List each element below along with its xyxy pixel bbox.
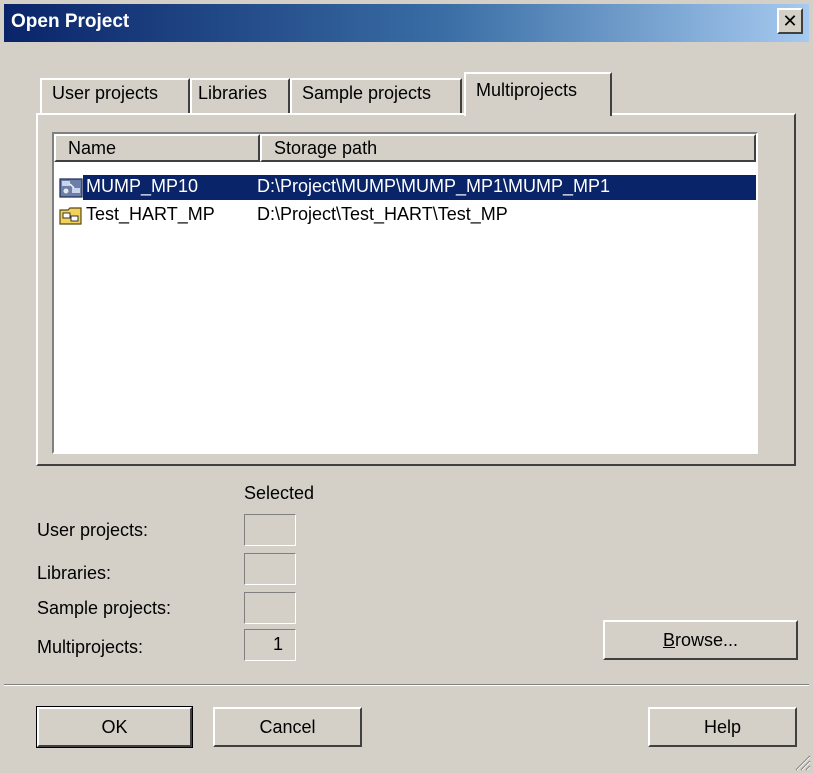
column-header-name[interactable]: Name xyxy=(54,134,260,162)
tab-multiprojects[interactable]: Multiprojects xyxy=(464,72,612,116)
project-path: D:\Project\MUMP\MUMP_MP1\MUMP_MP1 xyxy=(257,176,611,196)
multiproject-icon xyxy=(59,178,83,198)
resize-grip-icon[interactable] xyxy=(793,753,811,771)
tab-panel: Name Storage path MUMP_MP10 D:\Project\M… xyxy=(36,113,796,466)
ok-button[interactable]: OK xyxy=(36,706,193,748)
user-projects-label: User projects: xyxy=(37,520,149,540)
tab-user-projects[interactable]: User projects xyxy=(40,78,190,113)
close-icon: ✕ xyxy=(782,11,798,31)
tab-sample-projects[interactable]: Sample projects xyxy=(290,78,462,113)
help-button[interactable]: Help xyxy=(648,707,797,747)
libraries-label: Libraries: xyxy=(37,563,112,583)
tab-label: Multiprojects xyxy=(476,80,578,100)
multiprojects-count: 1 xyxy=(244,629,296,661)
tab-label: Sample projects xyxy=(302,83,432,103)
tab-label: User projects xyxy=(52,83,159,103)
open-project-dialog: Open Project ✕ User projects Libraries S… xyxy=(0,0,813,773)
sample-projects-count xyxy=(244,592,296,624)
list-item[interactable]: MUMP_MP10 D:\Project\MUMP\MUMP_MP1\MUMP_… xyxy=(54,174,756,202)
user-projects-count xyxy=(244,514,296,546)
libraries-count xyxy=(244,553,296,585)
project-name: MUMP_MP10 xyxy=(86,176,199,196)
list-header: Name Storage path xyxy=(54,134,756,162)
close-button[interactable]: ✕ xyxy=(777,8,803,34)
project-name: Test_HART_MP xyxy=(86,204,215,224)
sample-projects-label: Sample projects: xyxy=(37,598,172,618)
tab-label: Libraries xyxy=(198,83,268,103)
project-list[interactable]: Name Storage path MUMP_MP10 D:\Project\M… xyxy=(52,132,758,454)
dialog-title: Open Project xyxy=(11,11,130,32)
title-bar[interactable]: Open Project ✕ xyxy=(4,4,809,42)
multiproject-folder-icon xyxy=(59,207,82,225)
selected-header: Selected xyxy=(244,483,315,503)
list-item[interactable]: Test_HART_MP D:\Project\Test_HART\Test_M… xyxy=(54,202,756,230)
tab-libraries[interactable]: Libraries xyxy=(190,78,290,113)
project-path: D:\Project\Test_HART\Test_MP xyxy=(257,204,508,224)
multiprojects-label: Multiprojects: xyxy=(37,637,144,657)
column-header-storage-path[interactable]: Storage path xyxy=(260,134,756,162)
cancel-button[interactable]: Cancel xyxy=(213,707,362,747)
separator xyxy=(4,684,809,686)
browse-button[interactable]: Browse... xyxy=(603,620,798,660)
